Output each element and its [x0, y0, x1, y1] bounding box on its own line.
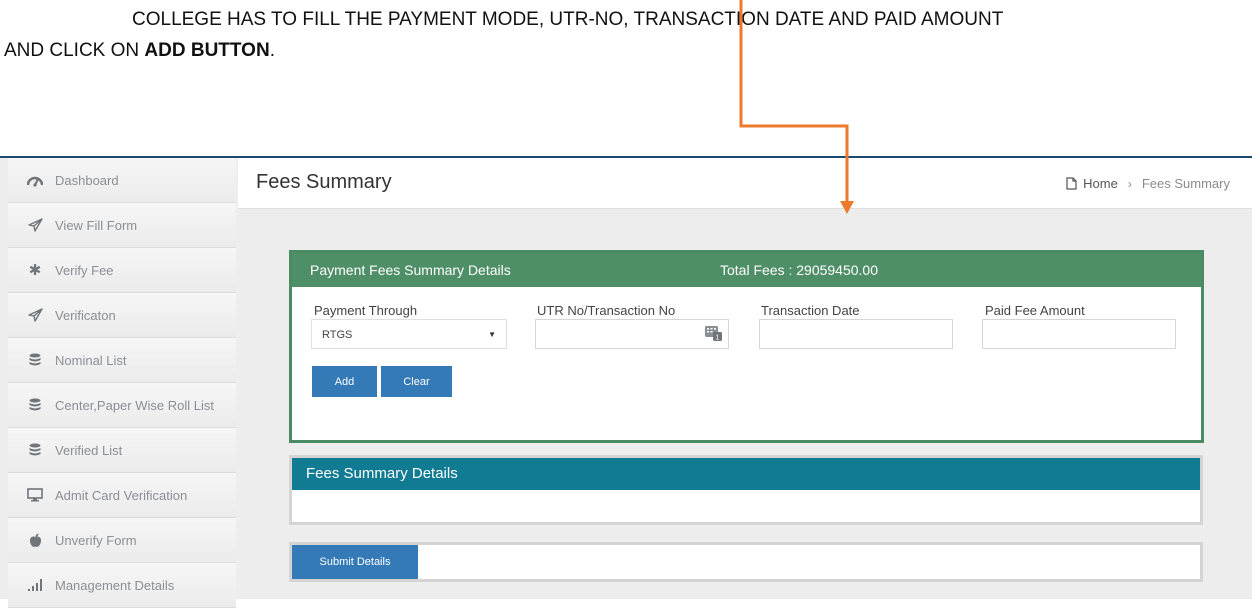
breadcrumb-current: Fees Summary [1141, 176, 1230, 191]
sidebar-item-label: Nominal List [55, 352, 127, 368]
payment-through-select[interactable]: RTGS ▼ [311, 319, 507, 349]
sidebar-item-unverify-form[interactable]: Unverify Form [8, 518, 236, 563]
paid-amount-input[interactable] [982, 319, 1176, 349]
total-fees: Total Fees : 29059450.00 [720, 262, 879, 278]
add-button[interactable]: Add [312, 366, 377, 397]
sidebar-item-label: Dashboard [55, 172, 119, 188]
payment-through-value: RTGS [322, 329, 353, 341]
fees-summary-panel: Fees Summary Details [289, 455, 1203, 525]
sidebar-item-view-fill-form[interactable]: View Fill Form [8, 203, 236, 248]
submit-details-button[interactable]: Submit Details [292, 545, 418, 579]
keypad-icon: 1 [705, 326, 722, 346]
dashboard-icon [25, 174, 45, 187]
fees-summary-header: Fees Summary Details [292, 458, 1200, 490]
sidebar-item-label: Verificaton [55, 307, 116, 323]
sidebar-item-dashboard[interactable]: Dashboard [8, 158, 236, 203]
sidebar-item-management-details[interactable]: Management Details [8, 563, 236, 608]
submit-panel: Submit Details [289, 542, 1203, 582]
page-header: Fees Summary Home › Fees Summary [238, 158, 1252, 209]
instruction-bold: ADD BUTTON [144, 40, 270, 61]
instruction-end: . [269, 40, 275, 61]
page-title: Fees Summary [256, 171, 392, 193]
sidebar-item-label: View Fill Form [55, 217, 138, 233]
instruction-line-1: COLLEGE HAS TO FILL THE PAYMENT MODE, UT… [132, 9, 1004, 30]
instruction-plain: AND CLICK ON [4, 40, 145, 61]
sidebar-item-label: Admit Card Verification [55, 487, 188, 503]
svg-text:1: 1 [716, 335, 720, 342]
instruction-line-2: AND CLICK ON ADD BUTTON. [4, 37, 275, 65]
database-icon [25, 443, 45, 457]
fees-summary-title: Fees Summary Details [306, 465, 458, 482]
sidebar-item-verified-list[interactable]: Verified List [8, 428, 236, 473]
transaction-date-input[interactable] [759, 319, 953, 349]
chevron-right-icon: › [1127, 176, 1132, 191]
database-icon [25, 398, 45, 412]
sidebar-item-label: Unverify Form [55, 532, 137, 548]
paper-plane-icon [25, 308, 45, 322]
sidebar-item-label: Management Details [55, 577, 175, 593]
sidebar-item-verify-fee[interactable]: ✱ Verify Fee [8, 248, 236, 293]
payment-panel-header: Payment Fees Summary Details Total Fees … [292, 253, 1201, 287]
apple-icon [25, 533, 45, 548]
main-content: Fees Summary Home › Fees Summary Payment… [238, 158, 1252, 599]
database-icon [25, 353, 45, 367]
asterisk-icon: ✱ [28, 262, 42, 279]
monitor-icon [25, 488, 45, 502]
payment-panel-title: Payment Fees Summary Details [310, 262, 511, 278]
sidebar-item-roll-list[interactable]: Center,Paper Wise Roll List [8, 383, 236, 428]
paid-amount-label: Paid Fee Amount [985, 303, 1085, 318]
app-window: Dashboard View Fill Form ✱ Verify Fee Ve… [0, 156, 1252, 608]
sidebar-item-label: Verify Fee [55, 262, 114, 278]
file-icon [1066, 177, 1077, 190]
payment-through-label: Payment Through [314, 303, 418, 318]
clear-button[interactable]: Clear [381, 366, 452, 397]
breadcrumb: Home › Fees Summary [1066, 176, 1230, 191]
paper-plane-icon [25, 218, 45, 232]
sidebar-item-label: Center,Paper Wise Roll List [55, 397, 214, 413]
transaction-date-label: Transaction Date [761, 303, 860, 318]
sidebar-item-nominal-list[interactable]: Nominal List [8, 338, 236, 383]
sidebar: Dashboard View Fill Form ✱ Verify Fee Ve… [8, 158, 236, 608]
signal-icon [25, 579, 45, 591]
caret-down-icon: ▼ [488, 330, 496, 339]
payment-fees-panel: Payment Fees Summary Details Total Fees … [289, 250, 1204, 443]
sidebar-item-verificaton[interactable]: Verificaton [8, 293, 236, 338]
utr-label: UTR No/Transaction No [537, 303, 676, 318]
utr-input[interactable]: 1 [535, 319, 729, 349]
sidebar-item-admit-card-verification[interactable]: Admit Card Verification [8, 473, 236, 518]
sidebar-item-label: Verified List [55, 442, 123, 458]
breadcrumb-home[interactable]: Home [1083, 176, 1118, 191]
